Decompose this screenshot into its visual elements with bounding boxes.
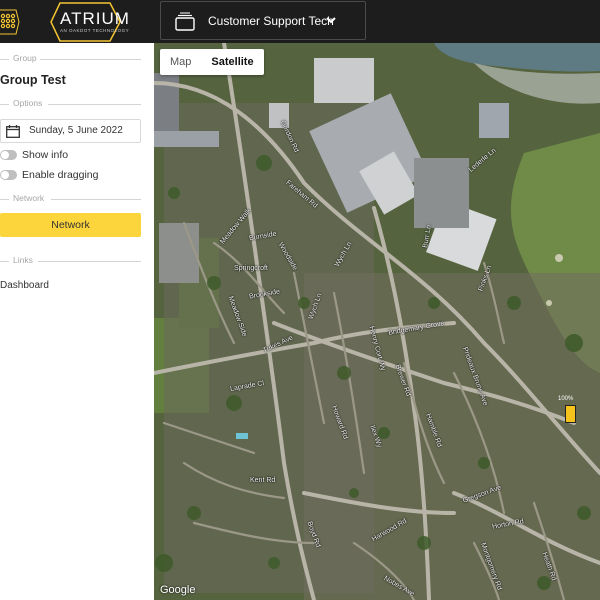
section-title: Network	[11, 193, 47, 203]
top-bar: ATRIUM AN OAKDOT TECHNOLOGY Customer Sup…	[0, 0, 600, 43]
google-attribution: Google	[160, 584, 196, 596]
section-header-group: Group	[0, 53, 141, 67]
date-value: Sunday, 5 June 2022	[29, 125, 123, 136]
road-label: Springcroft	[234, 265, 268, 272]
section-header-options: Options	[0, 98, 141, 112]
section-title: Links	[11, 255, 35, 265]
show-info-toggle[interactable]	[0, 150, 17, 160]
divider	[48, 104, 141, 105]
site-icon	[175, 12, 195, 31]
device-marker[interactable]	[565, 405, 576, 423]
divider	[40, 59, 141, 60]
date-picker[interactable]: Sunday, 5 June 2022	[0, 119, 141, 143]
section-title: Options	[11, 98, 45, 108]
marker-label: 100%	[558, 396, 574, 402]
logo-subtext: AN OAKDOT TECHNOLOGY	[60, 28, 130, 33]
calendar-icon	[6, 125, 20, 138]
sidebar: Group Group Test Options Sunday, 5 June …	[0, 43, 154, 600]
map-imagery	[154, 43, 600, 600]
section-title: Group	[11, 53, 39, 63]
logo-text: ATRIUM	[60, 9, 130, 28]
site-selector[interactable]: Customer Support Tech	[160, 1, 366, 40]
road-label: Kent Rd	[250, 477, 276, 484]
enable-dragging-label: Enable dragging	[22, 169, 99, 181]
section-header-links: Links	[0, 255, 141, 269]
section-header-network: Network	[0, 193, 141, 207]
map-type-toggle: Map Satellite	[160, 49, 264, 75]
divider	[51, 199, 141, 200]
site-name: Customer Support Tech	[208, 14, 334, 28]
network-button[interactable]: Network	[0, 213, 141, 237]
map-type-satellite[interactable]: Satellite	[201, 49, 263, 75]
divider	[38, 261, 141, 262]
enable-dragging-toggle[interactable]	[0, 170, 17, 180]
dashboard-link[interactable]: Dashboard	[0, 280, 49, 291]
show-info-label: Show info	[22, 149, 69, 161]
satellite-map[interactable]: Map Satellite Fareham Rd Gordon Rd Meado…	[154, 43, 600, 600]
map-type-map[interactable]: Map	[160, 49, 201, 75]
chevron-down-icon	[326, 17, 336, 24]
apps-grid-icon[interactable]	[0, 8, 20, 36]
group-name: Group Test	[0, 73, 66, 87]
